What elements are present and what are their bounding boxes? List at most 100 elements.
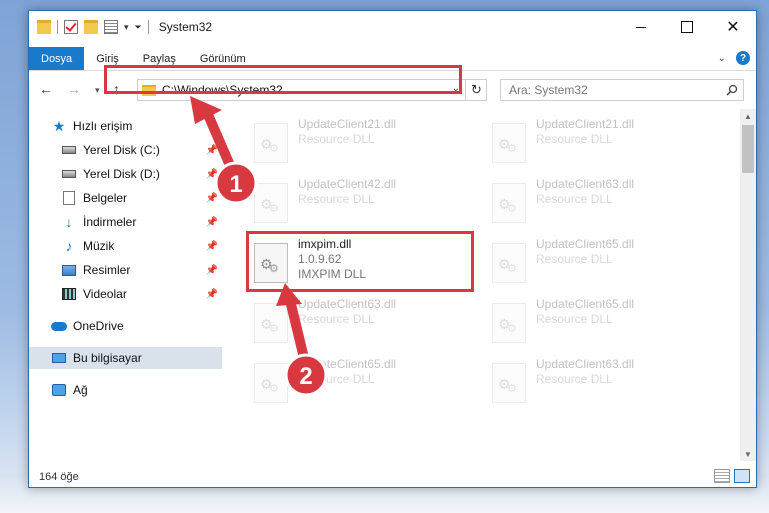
new-folder-icon[interactable] <box>84 20 98 34</box>
search-box[interactable]: Ara: System32 <box>500 79 744 101</box>
toolbar-separator <box>57 20 58 34</box>
nav-item-this-pc[interactable]: Bu bilgisayar <box>29 347 222 369</box>
nav-item-label: Hızlı erişim <box>73 119 133 133</box>
search-placeholder[interactable]: Ara: System32 <box>509 83 588 97</box>
file-description: Resource DLL <box>536 132 613 146</box>
nav-item-network[interactable]: Ağ <box>29 379 222 401</box>
folder-icon <box>37 20 51 34</box>
cloud-icon <box>51 318 67 334</box>
pin-icon[interactable]: 📌 <box>206 145 218 156</box>
file-item[interactable]: ⚙ ⚙ UpdateClient65.dll Resource DLL <box>486 295 706 351</box>
nav-item-local-disk-d[interactable]: Yerel Disk (D:) 📌 <box>29 163 222 185</box>
back-button[interactable]: ← <box>39 81 53 97</box>
recent-locations-icon[interactable]: ▾ <box>95 85 100 96</box>
pin-icon[interactable]: 📌 <box>206 289 218 300</box>
file-name: UpdateClient63.dll <box>298 297 397 311</box>
view-buttons <box>714 469 750 483</box>
scroll-down-icon[interactable]: ▼ <box>740 447 756 461</box>
toolbar-menu-icon[interactable]: ⏷ <box>135 22 142 33</box>
pin-icon[interactable]: 📌 <box>206 217 218 228</box>
navigation-pane: ★ Hızlı erişim Yerel Disk (C:) 📌 Yerel D… <box>29 111 222 471</box>
file-highlight-box <box>246 231 474 292</box>
file-name: UpdateClient21.dll <box>536 117 635 131</box>
file-description: Resource DLL <box>298 372 375 386</box>
file-item[interactable]: ⚙ ⚙ UpdateClient63.dll Resource DLL <box>486 175 706 231</box>
pin-icon[interactable]: 📌 <box>206 169 218 180</box>
nav-item-label: Yerel Disk (C:) <box>83 143 160 157</box>
vertical-scrollbar[interactable]: ▲ ▼ <box>740 109 756 461</box>
window-controls: ✕ <box>618 11 756 43</box>
file-name: UpdateClient65.dll <box>298 357 397 371</box>
documents-icon <box>61 190 77 206</box>
file-description: Resource DLL <box>536 252 613 266</box>
file-item[interactable]: ⚙ ⚙ UpdateClient63.dll Resource DLL <box>486 355 706 411</box>
nav-item-label: Ağ <box>73 383 88 397</box>
nav-item-onedrive[interactable]: OneDrive <box>29 315 222 337</box>
file-item[interactable]: ⚙ ⚙ UpdateClient21.dll Resource DLL <box>486 115 706 171</box>
disk-icon <box>61 166 77 182</box>
minimize-button[interactable] <box>618 11 664 43</box>
scroll-up-icon[interactable]: ▲ <box>740 109 756 123</box>
forward-button[interactable]: → <box>67 81 81 97</box>
item-count: 164 öğe <box>39 470 79 483</box>
nav-item-videos[interactable]: Videolar 📌 <box>29 283 222 305</box>
close-button[interactable]: ✕ <box>710 11 756 43</box>
nav-item-label: İndirmeler <box>83 215 137 229</box>
file-item[interactable]: ⚙ ⚙ UpdateClient65.dll Resource DLL <box>248 355 468 411</box>
refresh-button[interactable]: ↻ <box>465 79 487 101</box>
dll-file-icon: ⚙ ⚙ <box>492 123 526 163</box>
file-description: Resource DLL <box>298 192 375 206</box>
tab-file[interactable]: Dosya <box>29 47 85 70</box>
search-icon[interactable] <box>721 80 743 100</box>
details-view-icon[interactable] <box>714 469 730 483</box>
nav-item-music[interactable]: ♪ Müzik 📌 <box>29 235 222 257</box>
maximize-button[interactable] <box>664 11 710 43</box>
dll-file-icon: ⚙ ⚙ <box>254 363 288 403</box>
file-name: UpdateClient42.dll <box>298 177 397 191</box>
expand-ribbon-icon[interactable]: ⌄ <box>718 53 726 64</box>
nav-item-local-disk-c[interactable]: Yerel Disk (C:) 📌 <box>29 139 222 161</box>
status-bar: 164 öğe <box>29 466 756 487</box>
star-icon: ★ <box>52 117 66 134</box>
nav-quick-access[interactable]: ★ Hızlı erişim <box>29 115 222 137</box>
ribbon-right: ⌄ ? <box>718 51 750 65</box>
video-icon <box>61 286 77 302</box>
dll-file-icon: ⚙ ⚙ <box>492 363 526 403</box>
pin-icon[interactable]: 📌 <box>206 241 218 252</box>
dll-file-icon: ⚙ ⚙ <box>492 243 526 283</box>
large-icons-view-icon[interactable] <box>734 469 750 483</box>
computer-icon <box>51 350 67 366</box>
nav-item-label: Resimler <box>83 263 131 277</box>
network-icon <box>51 382 67 398</box>
file-description: Resource DLL <box>298 312 375 326</box>
properties-icon[interactable] <box>104 20 118 34</box>
nav-item-documents[interactable]: Belgeler 📌 <box>29 187 222 209</box>
file-name: UpdateClient65.dll <box>536 297 635 311</box>
file-item[interactable]: ⚙ ⚙ UpdateClient65.dll Resource DLL <box>486 235 706 291</box>
file-item[interactable]: ⚙ ⚙ UpdateClient63.dll Resource DLL <box>248 295 468 351</box>
dll-file-icon: ⚙ ⚙ <box>254 303 288 343</box>
download-icon: ↓ <box>65 214 73 230</box>
dll-file-icon: ⚙ ⚙ <box>492 303 526 343</box>
nav-item-downloads[interactable]: ↓ İndirmeler 📌 <box>29 211 222 233</box>
title-bar: ▾ ⏷ System32 ✕ <box>29 11 756 43</box>
nav-item-label: Yerel Disk (D:) <box>83 167 160 181</box>
file-description: Resource DLL <box>298 132 375 146</box>
file-item[interactable]: ⚙ ⚙ UpdateClient21.dll Resource DLL <box>248 115 468 171</box>
properties-check-icon[interactable] <box>64 20 78 34</box>
window-title: System32 <box>158 20 213 34</box>
file-name: UpdateClient63.dll <box>536 357 635 371</box>
file-name: UpdateClient21.dll <box>298 117 397 131</box>
pin-icon[interactable]: 📌 <box>206 193 218 204</box>
customize-toolbar-icon[interactable]: ▾ <box>124 22 129 33</box>
scrollbar-thumb[interactable] <box>742 125 754 173</box>
quick-access-toolbar: ▾ ⏷ <box>29 20 149 34</box>
dll-file-icon: ⚙ ⚙ <box>254 123 288 163</box>
dll-file-icon: ⚙ ⚙ <box>254 183 288 223</box>
pin-icon[interactable]: 📌 <box>206 265 218 276</box>
file-item[interactable]: ⚙ ⚙ UpdateClient42.dll Resource DLL <box>248 175 468 231</box>
file-name: UpdateClient63.dll <box>536 177 635 191</box>
nav-item-pictures[interactable]: Resimler 📌 <box>29 259 222 281</box>
nav-item-label: Videolar <box>83 287 127 301</box>
help-icon[interactable]: ? <box>736 51 750 65</box>
